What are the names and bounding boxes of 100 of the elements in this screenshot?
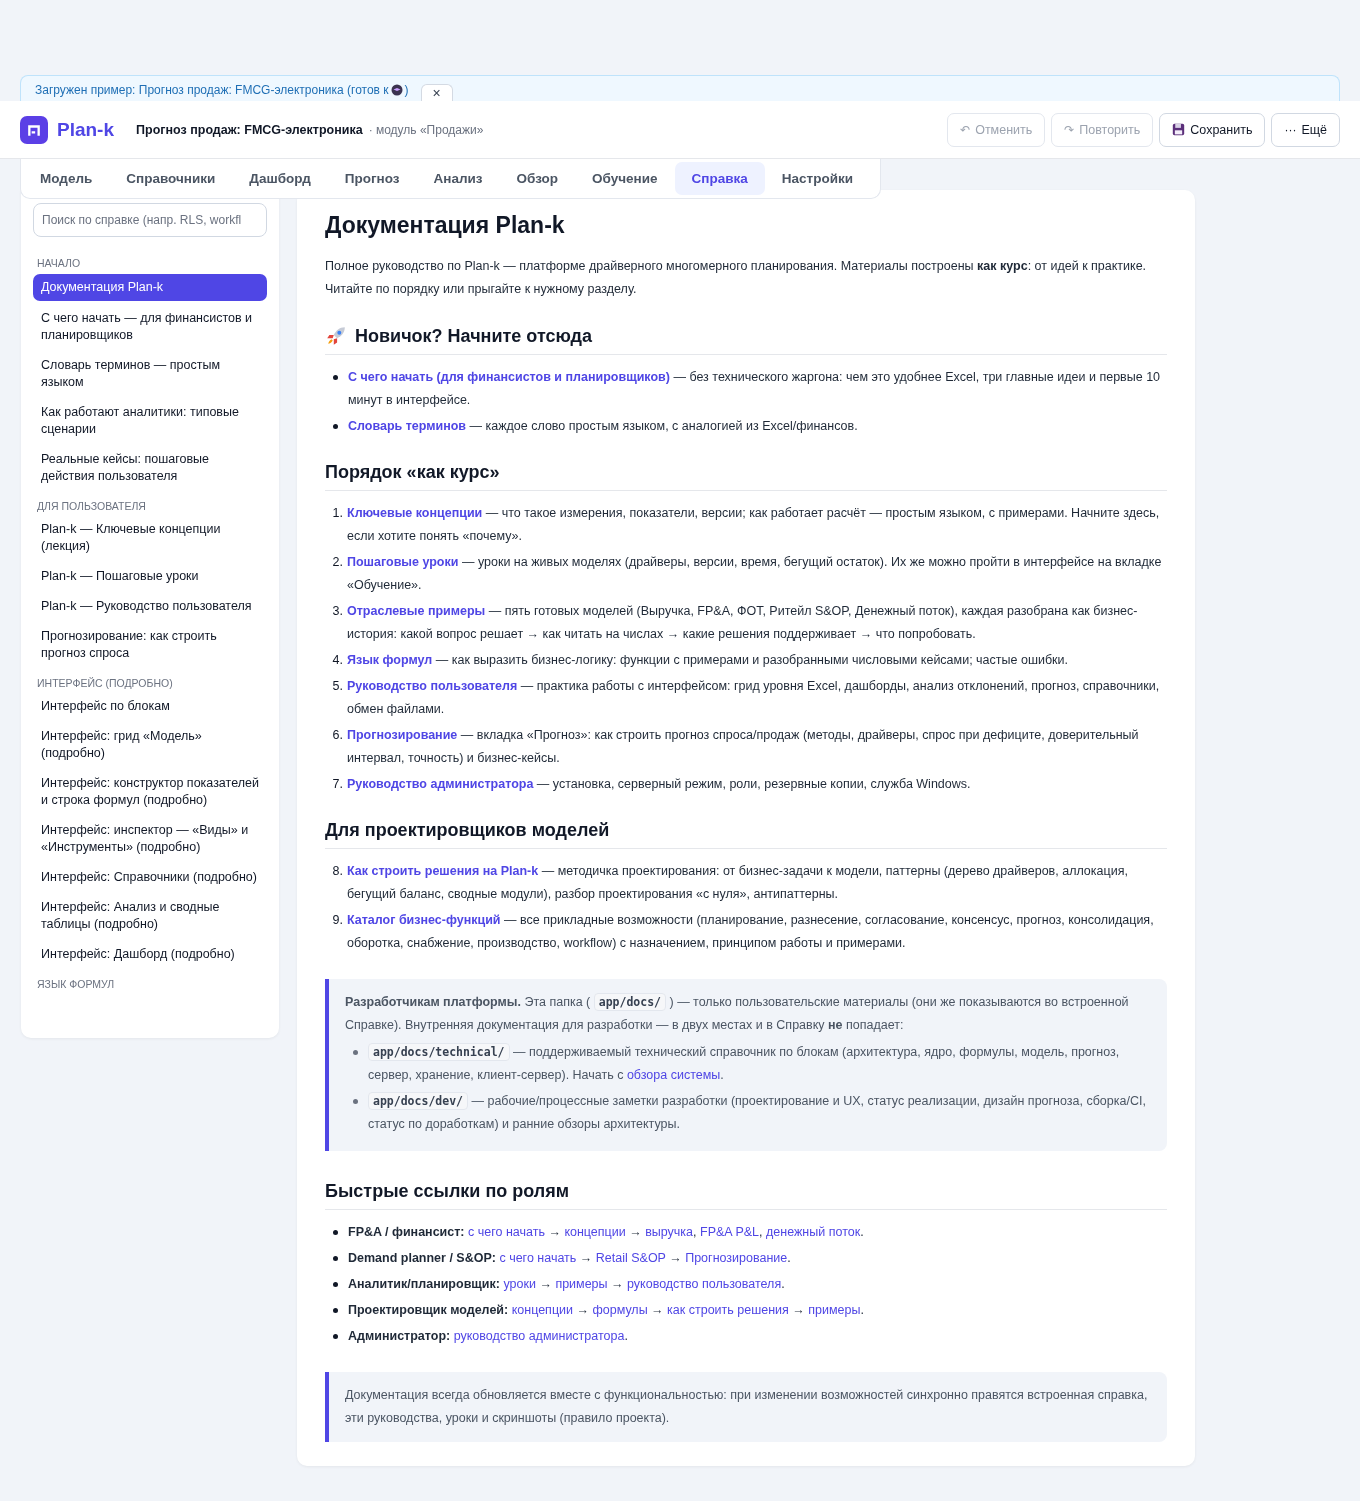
link[interactable]: Отраслевые примеры (347, 604, 486, 618)
section-heading: Порядок «как курс» (325, 462, 500, 483)
list-item-text: FP&A / финансист: с чего начать → концепции → выручка, FP&A P&L, денежный поток. (348, 1224, 865, 1241)
section-heading: НАЧАЛО (36, 256, 82, 271)
inline-code: app/docs/ (593, 993, 667, 1011)
list-number: 7. (331, 776, 343, 793)
search-field[interactable]: Поиск по справке (напр. RLS, workfl (33, 203, 267, 237)
link[interactable]: Язык формул (347, 653, 433, 667)
link[interactable]: уроки (503, 1277, 536, 1291)
sidebar-item[interactable]: С чего начать — для финансистов и планировщиков (33, 306, 267, 348)
list-item-text: Каталог бизнес-функций — все прикладные возможности (планирование, разнесение, согласование, консенсус, прогноз, консолидация, оборотка, снабжение, производство, workflow) с назначением, принципом работы и примерами. (347, 912, 1155, 952)
inline-code: app/docs/dev/ (368, 1092, 468, 1110)
logo-icon (20, 115, 48, 144)
bullet-icon (333, 1282, 338, 1287)
list-number: 8. (331, 863, 343, 880)
tab[interactable]: Прогноз (327, 162, 417, 195)
list-item-text: Demand planner / S&OP: с чего начать → Retail S&OP → Прогнозирование. (348, 1250, 792, 1267)
link[interactable]: с чего начать (499, 1251, 577, 1265)
bullet-icon (353, 1099, 358, 1104)
link[interactable]: как строить решения (667, 1303, 789, 1317)
list-item-text: Пошаговые уроки — уроки на живых моделях (драйверы, версии, время, бегущий остаток). Их же можно пройти в интерфейсе на вкладке «Обучение». (347, 554, 1163, 594)
notice-text: Загружен пример: Прогноз продаж: FMCG-электроника (готов к ) (35, 83, 409, 97)
note-text: Разработчикам платформы. Эта папка ( app/docs/ ) — только пользовательские материалы (они же показываются во встроенной Справке). Внутренняя документация для разработки — в двух местах и в Справку не попадает: (345, 992, 1130, 1034)
module-label: · модуль «Продажи» (368, 122, 484, 137)
link[interactable]: примеры (555, 1277, 608, 1291)
sidebar-item[interactable]: Plan-k — Пошаговые уроки (33, 564, 267, 589)
link[interactable]: концепции (511, 1303, 573, 1317)
list-number: 1. (331, 505, 343, 522)
link[interactable]: Прогнозирование (347, 728, 458, 742)
list-number: 4. (331, 652, 343, 669)
list-item-text: Аналитик/планировщик: уроки → примеры → руководство пользователя. (348, 1276, 786, 1293)
link[interactable]: С чего начать (для финансистов и планировщиков) (348, 370, 670, 384)
inline-code: app/docs/technical/ (368, 1043, 510, 1061)
section-heading: Быстрые ссылки по ролям (325, 1181, 570, 1202)
list-item-text: app/docs/dev/ — рабочие/процессные заметки разработки (проектирование и UX, статус реализации, дизайн прогноза, сборка/CI, статус по доработкам) и ранние обзоры архитектуры. (368, 1091, 1147, 1133)
list-number: 2. (331, 554, 343, 571)
link[interactable]: Пошаговые уроки (347, 555, 459, 569)
app-name: Plan-k (57, 118, 115, 141)
list-item-text: Администратор: руководство администратора. (348, 1328, 629, 1345)
page-title: Документация Plan-k (325, 212, 566, 239)
bullet-icon (333, 1308, 338, 1313)
bullet-icon (333, 375, 338, 380)
note-text: Документация всегда обновляется вместе с функциональностью: при изменении возможностей синхронно правятся встроенная справка, эти руководства, уроки и скриншоты (правило проекта). (345, 1387, 1149, 1427)
tab[interactable]: Справочники (109, 162, 233, 195)
bullet-icon (333, 1334, 338, 1339)
link[interactable]: Как строить решения на Plan-k (347, 864, 539, 878)
sidebar-item[interactable]: Словарь терминов — простым языком (33, 353, 267, 395)
tab[interactable]: Дашборд (232, 162, 328, 195)
tab[interactable]: Настройки (764, 162, 871, 195)
section-heading: ДЛЯ ПОЛЬЗОВАТЕЛЯ (36, 499, 147, 514)
bullet-icon (333, 1256, 338, 1261)
tab[interactable]: Обзор (499, 162, 576, 195)
link[interactable]: с чего начать (468, 1225, 545, 1239)
sidebar-item[interactable]: Plan-k — Ключевые концепции (лекция) (33, 517, 267, 559)
list-item-text: Словарь терминов — каждое слово простым языком, с аналогией из Excel/финансов. (348, 418, 859, 435)
list-item-text: С чего начать (для финансистов и планировщиков) — без технического жаргона: чем это удобнее Excel, три главные идеи и первые 10 минут в интерфейсе. (348, 369, 1162, 409)
list-item-text: Как строить решения на Plan-k — методичка проектирования: от бизнес-задачи к модели, паттерны (дерево драйверов, аллокация, бегущий баланс, сводные модули), разбор проектирования «с нуля», антипаттерны. (347, 863, 1129, 903)
link[interactable]: Руководство администратора (347, 777, 534, 791)
link[interactable]: Каталог бизнес-функций (347, 913, 501, 927)
section-heading: Для проектировщиков моделей (325, 820, 610, 841)
close-button[interactable]: × (420, 84, 453, 101)
list-item-text: Ключевые концепции — что такое измерения, показатели, версии; как работает расчёт — простым языком, с примерами. Начните здесь, если хотите понять «почему». (347, 505, 1161, 545)
link[interactable]: Руководство пользователя (347, 679, 518, 693)
list-item-text: Отраслевые примеры — пять готовых моделей (Выручка, FP&A, ФОТ, Ритейл S&OP, Денежный поток), каждая разобрана как бизнес-история: какой вопрос решает → как читать на числах → какие решения поддерживает → что попробовать. (347, 603, 1139, 643)
sidebar-item[interactable]: Как работают аналитики: типовые сценарии (33, 400, 267, 442)
bullet-icon (333, 1230, 338, 1235)
sidebar-item[interactable]: Интерфейс: Анализ и сводные таблицы (подробно) (33, 895, 267, 937)
tab[interactable]: Обучение (575, 162, 675, 195)
sidebar-item[interactable]: Plan-k — Руководство пользователя (33, 594, 267, 619)
sidebar-item[interactable]: Интерфейс: инспектор — «Виды» и «Инструменты» (подробно) (33, 818, 267, 860)
list-item-text: Язык формул — как выразить бизнес-логику: функции с примерами и разобранными числовыми кейсами; частые ошибки. (347, 652, 1069, 669)
list-item-text: app/docs/technical/ — поддерживаемый технический справочник по блокам (архитектура, ядро, формулы, модель, прогноз, сервер, хранение, клиент-сервер). Начать с обзора системы. (368, 1042, 1121, 1084)
sidebar-item[interactable]: Интерфейс: Справочники (подробно) (33, 865, 267, 890)
list-number: 3. (331, 603, 343, 620)
sidebar-item[interactable]: Интерфейс: Дашборд (подробно) (33, 942, 267, 967)
sidebar-item[interactable]: Реальные кейсы: пошаговые действия пользователя (33, 447, 267, 489)
toolbar-button[interactable]: Сохранить (1159, 112, 1266, 147)
link[interactable]: концепции (564, 1225, 626, 1239)
sidebar-item[interactable]: Документация Plan-k (33, 274, 267, 301)
model-title: Прогноз продаж: FMCG-электроника (136, 122, 363, 137)
sidebar-item[interactable]: Интерфейс: конструктор показателей и строка формул (подробно) (33, 771, 267, 813)
section-heading: Новичок? Начните отсюда (355, 325, 593, 347)
tab[interactable]: Анализ (416, 162, 500, 195)
sidebar-item[interactable]: Интерфейс: грид «Модель» (подробно) (33, 724, 267, 766)
list-item-text: Прогнозирование — вкладка «Прогноз»: как строить прогноз спроса/продаж (методы, драйверы, спрос при дефиците, доверительный интервал, точность) и бизнес-кейсы. (347, 727, 1140, 767)
bullet-icon (353, 1050, 358, 1055)
list-item-text: Руководство пользователя — практика работы с интерфейсом: грид уровня Excel, дашборды, анализ отклонений, прогноз, справочники, обмен файлами. (347, 678, 1161, 718)
list-number: 6. (331, 727, 343, 744)
tab[interactable]: Модель (23, 162, 110, 195)
toolbar-button[interactable]: ··· Ещё (1271, 112, 1340, 147)
link[interactable]: Ключевые концепции (347, 506, 483, 520)
sidebar-item[interactable]: Интерфейс по блокам (33, 694, 267, 719)
tab[interactable]: Справка (674, 162, 765, 195)
list-item-text: Руководство администратора — установка, серверный режим, роли, резервные копии, служба Windows. (347, 776, 972, 793)
link[interactable]: Retail S&OP (595, 1251, 666, 1265)
sidebar-item[interactable]: Прогнозирование: как строить прогноз спроса (33, 624, 267, 666)
list-item-text: Проектировщик моделей: концепции → формулы → как строить решения → примеры. (348, 1302, 865, 1319)
link[interactable]: Словарь терминов (348, 419, 467, 433)
link[interactable]: формулы (592, 1303, 648, 1317)
section-heading: ИНТЕРФЕЙС (ПОДРОБНО) (36, 676, 174, 691)
